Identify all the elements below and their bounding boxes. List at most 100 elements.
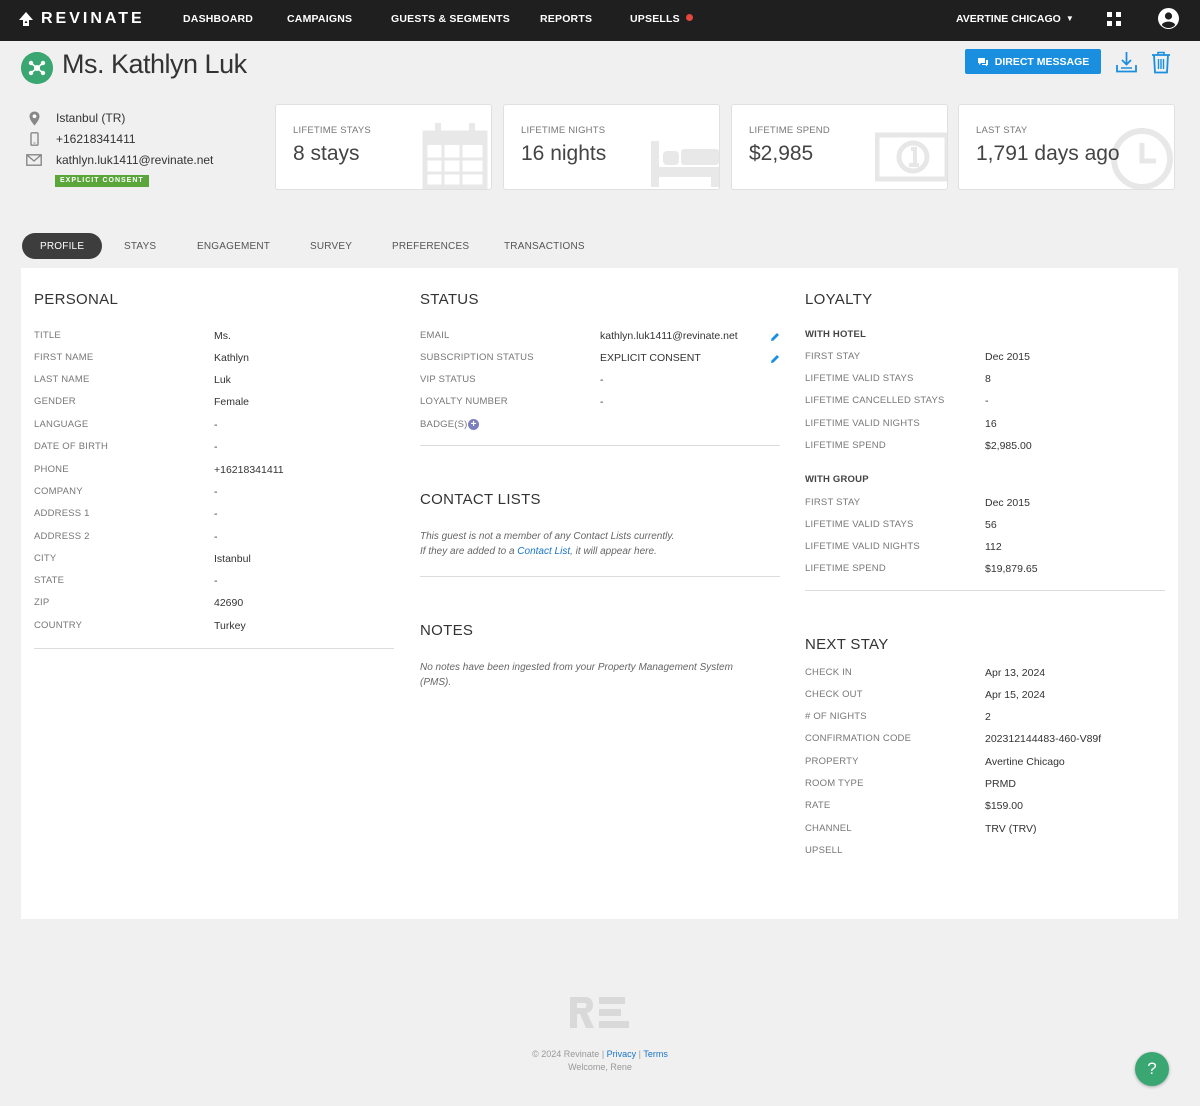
- contact-list-link[interactable]: Contact List: [517, 546, 570, 557]
- trash-icon[interactable]: [1151, 51, 1171, 74]
- email-value: kathlyn.luk1411@revinate.net: [600, 330, 738, 342]
- nav-upsells[interactable]: UPSELLS: [630, 13, 693, 25]
- tab-transactions[interactable]: TRANSACTIONS: [504, 233, 585, 259]
- field-label: COMPANY: [34, 486, 83, 497]
- field-label: GENDER: [34, 396, 76, 407]
- nav-campaigns[interactable]: CAMPAIGNS: [287, 13, 352, 25]
- contact-location: Istanbul (TR): [26, 110, 125, 126]
- email-text[interactable]: kathlyn.luk1411@revinate.net: [56, 153, 213, 167]
- download-icon[interactable]: [1116, 51, 1137, 73]
- field-value: PRMD: [985, 778, 1016, 790]
- help-button[interactable]: ?: [1135, 1052, 1169, 1086]
- field-label: PROPERTY: [805, 756, 859, 767]
- consent-badge: EXPLICIT CONSENT: [55, 175, 149, 187]
- field-value: $2,985.00: [985, 440, 1032, 452]
- field-label: FIRST NAME: [34, 352, 94, 363]
- field-value: Turkey: [214, 620, 246, 632]
- field-value: 202312144483-460-V89f: [985, 733, 1102, 745]
- field-label: LIFETIME SPEND: [805, 563, 886, 574]
- stat-card-last-stay: LAST STAY 1,791 days ago: [958, 104, 1175, 190]
- field-label: ADDRESS 2: [34, 531, 90, 542]
- stat-value: 8 stays: [293, 142, 360, 165]
- field-value: $159.00: [985, 800, 1023, 812]
- stat-label: LAST STAY: [976, 125, 1028, 136]
- stat-value: $2,985: [749, 142, 814, 165]
- field-label: EMAIL: [420, 330, 450, 341]
- phone-icon: [26, 131, 42, 147]
- field-value: -: [214, 419, 218, 431]
- location-text: Istanbul (TR): [56, 111, 126, 125]
- field-value: -: [214, 508, 218, 520]
- field-value: Apr 13, 2024: [985, 667, 1046, 679]
- edit-subscription-pencil-icon[interactable]: [770, 354, 780, 364]
- field-label: LIFETIME VALID NIGHTS: [805, 418, 920, 429]
- contact-phone: +16218341411: [26, 131, 136, 147]
- field-label: TITLE: [34, 330, 61, 341]
- user-account-icon[interactable]: [1158, 8, 1179, 29]
- field-label: COUNTRY: [34, 620, 83, 631]
- tab-preferences[interactable]: PREFERENCES: [392, 233, 469, 259]
- field-label: BADGE(S): [420, 419, 468, 430]
- field-label: LIFETIME VALID STAYS: [805, 373, 914, 384]
- add-badge-plus-icon[interactable]: +: [468, 419, 479, 430]
- nav-dashboard[interactable]: DASHBOARD: [183, 13, 253, 25]
- notes-note-line2: (PMS).: [420, 677, 452, 688]
- notification-dot: [685, 14, 693, 21]
- org-selector[interactable]: AVERTINE CHICAGO ▼: [956, 13, 1074, 25]
- field-value: Dec 2015: [985, 497, 1030, 509]
- terms-link[interactable]: Terms: [643, 1049, 668, 1059]
- field-label: DATE OF BIRTH: [34, 441, 109, 452]
- field-value: -: [600, 396, 604, 408]
- stat-label: LIFETIME NIGHTS: [521, 125, 606, 136]
- guest-network-icon: [21, 52, 53, 84]
- edit-email-pencil-icon[interactable]: [770, 332, 780, 342]
- contact-lists-note-line2: If they are added to a Contact List, it …: [420, 544, 674, 559]
- chat-icon: [977, 57, 988, 66]
- field-label: ROOM TYPE: [805, 778, 864, 789]
- revinate-logo[interactable]: REVINATE: [18, 10, 145, 28]
- tab-engagement[interactable]: ENGAGEMENT: [197, 233, 270, 259]
- field-label: LIFETIME VALID STAYS: [805, 519, 914, 530]
- field-label: LAST NAME: [34, 374, 90, 385]
- profile-panel: PERSONAL TITLE Ms. FIRST NAME Kathlyn LA…: [21, 268, 1178, 919]
- revinate-logo-icon: [19, 12, 33, 26]
- field-value: 2: [985, 711, 991, 723]
- field-value: Avertine Chicago: [985, 756, 1065, 768]
- field-value: 56: [985, 519, 997, 531]
- notes-section-title: NOTES: [420, 622, 474, 639]
- tab-stays[interactable]: STAYS: [124, 233, 156, 259]
- field-value: Apr 15, 2024: [985, 689, 1046, 701]
- field-label: LANGUAGE: [34, 419, 89, 430]
- nav-reports[interactable]: REPORTS: [540, 13, 592, 25]
- privacy-link[interactable]: Privacy: [607, 1049, 637, 1059]
- field-label: # OF NIGHTS: [805, 711, 867, 722]
- field-value: Female: [214, 396, 250, 408]
- phone-text: +16218341411: [56, 132, 136, 146]
- field-value: -: [214, 486, 218, 498]
- next-stay-section-title: NEXT STAY: [805, 636, 889, 653]
- note-text: , it will appear here.: [570, 546, 657, 557]
- contact-email: kathlyn.luk1411@revinate.net: [26, 152, 213, 168]
- bed-icon: [651, 141, 719, 187]
- tab-survey[interactable]: SURVEY: [310, 233, 352, 259]
- notes-note-line1: No notes have been ingested from your Pr…: [420, 662, 733, 673]
- loyalty-with-hotel-heading: WITH HOTEL: [805, 329, 867, 340]
- field-label: FIRST STAY: [805, 351, 861, 362]
- status-section-title: STATUS: [420, 291, 479, 308]
- note-text: If they are added to a: [420, 546, 518, 557]
- nav-guests-segments[interactable]: GUESTS & SEGMENTS: [391, 13, 510, 25]
- section-divider: [34, 648, 394, 649]
- nav-upsells-label: UPSELLS: [630, 13, 680, 25]
- direct-message-button[interactable]: DIRECT MESSAGE: [965, 49, 1101, 74]
- notes-note: No notes have been ingested from your Pr…: [420, 660, 733, 690]
- field-label: CONFIRMATION CODE: [805, 733, 912, 744]
- org-name: AVERTINE CHICAGO: [956, 13, 1061, 25]
- field-label: FIRST STAY: [805, 497, 861, 508]
- apps-grid-icon[interactable]: [1107, 12, 1121, 26]
- stat-card-lifetime-spend: LIFETIME SPEND $2,985: [731, 104, 948, 190]
- field-value: -: [214, 531, 218, 543]
- tab-profile[interactable]: PROFILE: [22, 233, 103, 259]
- footer-copyright-line: © 2024 Revinate | Privacy | Terms: [532, 1049, 668, 1059]
- revinate-footer-logo: [570, 997, 629, 1028]
- field-value: Luk: [214, 374, 231, 386]
